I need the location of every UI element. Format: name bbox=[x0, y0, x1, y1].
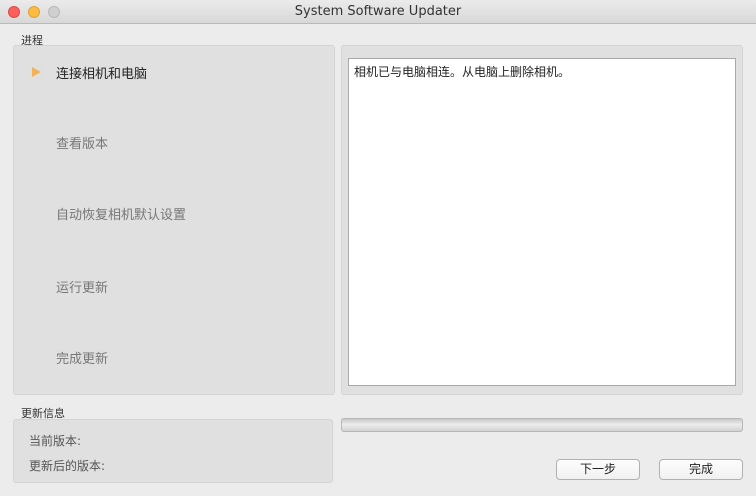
message-text-area[interactable]: 相机已与电脑相连。从电脑上删除相机。 bbox=[348, 58, 736, 386]
message-text: 相机已与电脑相连。从电脑上删除相机。 bbox=[354, 65, 571, 79]
next-button[interactable]: 下一步 bbox=[556, 459, 640, 480]
current-version-label: 当前版本: bbox=[29, 434, 82, 448]
step-check-version: 查看版本 bbox=[56, 137, 109, 152]
steps-panel: 连接相机和电脑 查看版本 自动恢复相机默认设置 运行更新 完成更新 bbox=[13, 45, 335, 395]
step-finish-update: 完成更新 bbox=[56, 352, 109, 367]
updated-version-label: 更新后的版本: bbox=[29, 459, 106, 473]
window-title: System Software Updater bbox=[294, 4, 462, 19]
current-step-arrow-icon bbox=[32, 67, 41, 77]
step-restore-defaults: 自动恢复相机默认设置 bbox=[56, 208, 187, 223]
done-button[interactable]: 完成 bbox=[659, 459, 743, 480]
step-run-update: 运行更新 bbox=[56, 281, 109, 296]
message-panel: 相机已与电脑相连。从电脑上删除相机。 bbox=[341, 45, 743, 395]
update-progress-bar bbox=[341, 418, 743, 432]
step-connect: 连接相机和电脑 bbox=[56, 67, 148, 82]
update-info-panel: 当前版本: 更新后的版本: bbox=[13, 419, 333, 483]
title-bar: System Software Updater bbox=[0, 0, 756, 24]
